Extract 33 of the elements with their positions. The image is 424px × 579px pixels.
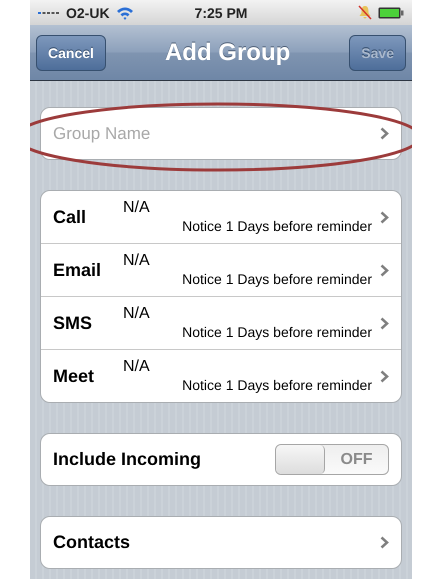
chevron-icon [380, 316, 389, 330]
clock-time: 7:25 PM [194, 4, 248, 20]
reminder-value: N/A [123, 357, 151, 376]
reminder-row[interactable]: Call N/A Notice 1 Days before reminder [41, 191, 401, 243]
wifi-icon [116, 6, 134, 20]
chevron-icon [380, 210, 389, 224]
reminder-detail: Notice 1 Days before reminder [182, 323, 372, 342]
chevron-icon [380, 536, 389, 549]
contacts-row[interactable]: Contacts [40, 516, 402, 569]
reminder-value: N/A [123, 251, 151, 270]
reminder-row[interactable]: Meet N/A Notice 1 Days before reminder [41, 349, 401, 402]
muted-bell-icon [358, 5, 372, 20]
signal-icon [38, 10, 60, 14]
reminder-label: Meet [53, 366, 96, 386]
reminder-detail: Notice 1 Days before reminder [182, 217, 372, 236]
chevron-icon [380, 127, 389, 140]
screen-title: Add Group [164, 38, 290, 66]
reminder-detail: Notice 1 Days before reminder [182, 376, 372, 395]
reminder-label: Call [53, 206, 88, 228]
battery-icon [378, 6, 404, 18]
reminder-row[interactable]: SMS N/A Notice 1 Days before reminder [41, 296, 401, 349]
setting-label: Include Incoming [53, 449, 202, 470]
reminder-value: N/A [123, 198, 151, 217]
chevron-icon [380, 370, 389, 382]
cancel-button[interactable]: Cancel [36, 34, 106, 70]
reminder-label: Email [53, 260, 102, 280]
placeholder-text: Group Name [53, 124, 152, 144]
reminder-row[interactable]: Email N/A Notice 1 Days before reminder [41, 243, 401, 296]
reminder-label: SMS [53, 312, 94, 334]
carrier-name: O2-UK [66, 4, 110, 20]
reminder-value: N/A [123, 304, 151, 323]
chevron-icon [380, 264, 389, 276]
reminder-detail: Notice 1 Days before reminder [182, 270, 372, 289]
